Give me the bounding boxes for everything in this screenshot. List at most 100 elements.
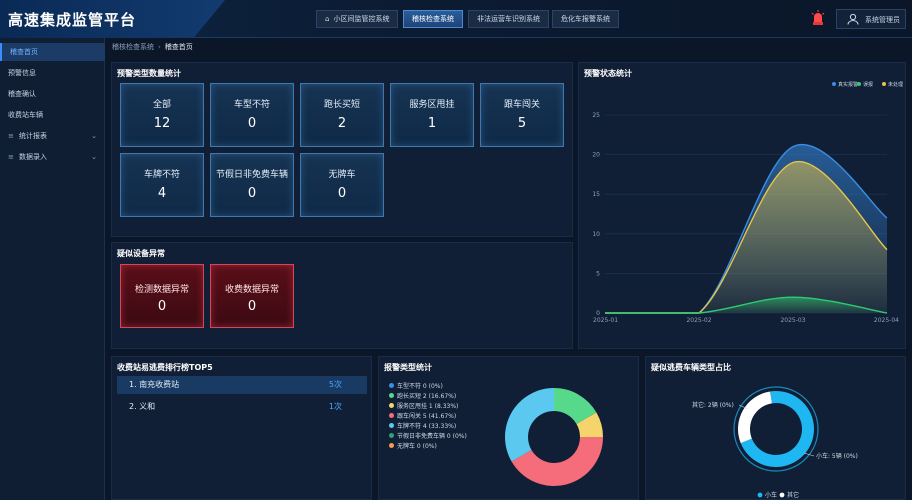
- y-tick-label: 10: [592, 231, 600, 238]
- user-name: 系统管理员: [865, 16, 900, 24]
- alarm-light-icon[interactable]: [811, 10, 825, 26]
- warning-status-chart: 0 5 10 15 20 25 2025-01 2025-02 2025-03 2025-04 真实…: [592, 81, 903, 324]
- toll-rank-panel: 收费站易逃费排行榜TOP5 1. 南充收费站 5次 2. 义和 1次: [111, 356, 372, 500]
- stat-card-holiday-nonfree[interactable]: 节假日非免费车辆 0: [210, 153, 294, 217]
- chevron-down-icon: ⌄: [91, 153, 97, 161]
- breadcrumb-current: 稽查首页: [164, 43, 193, 51]
- rank-row[interactable]: 2. 义和 1次: [117, 398, 367, 416]
- rank-count: 1次: [328, 402, 342, 411]
- nav-tab-label: 稽核检查系统: [412, 15, 454, 23]
- sidebar: 稽查首页 预警信息 稽查确认 收费站车辆 ≡ 统计报表 ⌄ ≡ 数据录入 ⌄: [0, 38, 105, 500]
- slice-label: 小车: 5辆 (0%): [816, 452, 858, 460]
- panel-title: 收费站易逃费排行榜TOP5: [117, 363, 213, 372]
- device-anomaly-panel: 疑似设备异常 检测数据异常 0 收费数据异常 0: [111, 242, 573, 349]
- sidebar-item-audit-home[interactable]: 稽查首页: [0, 43, 105, 61]
- nav-tab-hazmat[interactable]: 危化车报警系统: [552, 10, 619, 28]
- y-tick-label: 15: [592, 191, 600, 198]
- stat-value: 12: [153, 116, 171, 131]
- top-header: 高速集成监管平台 ⌂ 小区间监管控系统 稽核检查系统 非法运营车识别系统 危化车报…: [0, 0, 912, 38]
- breadcrumb-parent[interactable]: 稽核检查系统: [112, 43, 154, 51]
- y-tick-label: 20: [592, 152, 600, 159]
- x-tick-label: 2025-03: [780, 317, 805, 324]
- stat-value: 1: [427, 116, 437, 131]
- x-tick-label: 2025-02: [686, 317, 711, 324]
- sidebar-item-label: 稽查首页: [10, 48, 38, 56]
- legend-dot: [779, 492, 785, 498]
- stat-card-plate-mismatch[interactable]: 车牌不符 4: [120, 153, 204, 217]
- y-tick-label: 25: [592, 112, 600, 119]
- breadcrumb-separator: ›: [158, 43, 161, 51]
- y-tick-label: 0: [596, 310, 600, 317]
- stat-card-model-mismatch[interactable]: 车型不符 0: [210, 83, 294, 147]
- app-title: 高速集成监管平台: [8, 11, 137, 29]
- legend-label: 其它: [787, 491, 799, 499]
- stat-label: 跟车闯关: [503, 100, 540, 110]
- slice-label: 其它: 2辆 (0%): [692, 401, 734, 409]
- nav-tab-illegal-vehicle[interactable]: 非法运营车识别系统: [468, 10, 549, 28]
- legend-label: 未处理: [888, 81, 903, 88]
- sidebar-item-audit-confirm[interactable]: 稽查确认: [0, 85, 105, 103]
- legend-dot: [882, 82, 886, 86]
- y-tick-label: 5: [596, 270, 600, 277]
- sidebar-item-warnings[interactable]: 预警信息: [0, 64, 105, 82]
- stat-value: 0: [337, 186, 347, 201]
- stat-label: 车牌不符: [143, 170, 180, 180]
- stat-value: 4: [157, 186, 167, 201]
- stat-card-tailgating[interactable]: 跟车闯关 5: [480, 83, 564, 147]
- sidebar-item-label: 数据录入: [19, 153, 47, 161]
- stat-label: 跑长买短: [323, 100, 360, 110]
- user-menu[interactable]: 系统管理员: [836, 9, 906, 29]
- legend-dot: [832, 82, 836, 86]
- stat-label: 检测数据异常: [134, 285, 189, 295]
- stat-label: 服务区甩挂: [409, 100, 455, 110]
- panel-title: 疑似设备异常: [117, 249, 165, 258]
- stat-card-service-trailer[interactable]: 服务区甩挂 1: [390, 83, 474, 147]
- list-icon: ≡: [8, 132, 14, 140]
- err-card-toll[interactable]: 收费数据异常 0: [210, 264, 294, 328]
- legend-label: 小车: [765, 491, 777, 499]
- pie-slice: [505, 388, 554, 462]
- stat-label: 无牌车: [328, 170, 356, 180]
- stat-label: 节假日非免费车辆: [215, 170, 288, 180]
- legend-label: 误报: [863, 81, 873, 88]
- nav-tab-label: 小区间监管控系统: [333, 15, 390, 23]
- nav-tab-label: 危化车报警系统: [561, 15, 610, 23]
- stat-value: 0: [157, 299, 167, 314]
- breadcrumb: 稽核检查系统 › 稽查首页: [112, 42, 193, 52]
- warning-status-panel: 预警状态统计 0 5 10 15 20 25 2025-01 2025-02 2025-03 20…: [578, 62, 906, 349]
- home-icon: ⌂: [325, 15, 330, 23]
- rank-count: 5次: [328, 380, 342, 389]
- alarm-types-donut: [505, 388, 603, 486]
- vehicle-types-donut: 小车: 5辆 (0%) 其它: 2辆 (0%) 小车 其它: [692, 386, 858, 499]
- sidebar-item-toll-vehicles[interactable]: 收费站车辆: [0, 106, 105, 124]
- sidebar-item-reports[interactable]: ≡ 统计报表 ⌄: [0, 127, 105, 145]
- err-card-detection[interactable]: 检测数据异常 0: [120, 264, 204, 328]
- stat-card-long-short[interactable]: 跑长买短 2: [300, 83, 384, 147]
- nav-tab-district[interactable]: ⌂ 小区间监管控系统: [316, 10, 399, 28]
- legend-dot: [857, 82, 861, 86]
- stat-card-no-plate[interactable]: 无牌车 0: [300, 153, 384, 217]
- sidebar-item-label: 预警信息: [8, 69, 36, 77]
- x-tick-label: 2025-04: [874, 317, 899, 324]
- sidebar-item-label: 统计报表: [19, 132, 47, 140]
- list-icon: ≡: [8, 153, 14, 161]
- chevron-down-icon: ⌄: [91, 132, 97, 140]
- rank-name: 1. 南充收费站: [129, 380, 180, 389]
- panel-title: 预警类型数量统计: [117, 69, 181, 78]
- x-tick-label: 2025-01: [593, 317, 618, 324]
- vehicle-types-panel: 疑似逃费车辆类型占比 小车: 5辆 (0%) 其它: 2辆 (0%) 小车 其它: [645, 356, 906, 500]
- rank-name: 2. 义和: [129, 402, 156, 411]
- pie-slice: [738, 391, 772, 444]
- rank-row[interactable]: 1. 南充收费站 5次: [117, 376, 367, 394]
- stat-card-all[interactable]: 全部 12: [120, 83, 204, 147]
- stat-value: 0: [247, 116, 257, 131]
- stat-label: 车型不符: [233, 100, 270, 110]
- legend-dot: [757, 492, 763, 498]
- sidebar-item-data-entry[interactable]: ≡ 数据录入 ⌄: [0, 148, 105, 166]
- sidebar-item-label: 稽查确认: [8, 90, 36, 98]
- stat-value: 0: [247, 186, 257, 201]
- alarm-types-panel: 报警类型统计 车型不符 0 (0%) 跑长买短 2 (16.67%) 服务区甩挂…: [378, 356, 639, 500]
- nav-tab-audit[interactable]: 稽核检查系统: [403, 10, 463, 28]
- stat-label: 收费数据异常: [224, 285, 279, 295]
- legend-label: 真实报警: [838, 81, 858, 88]
